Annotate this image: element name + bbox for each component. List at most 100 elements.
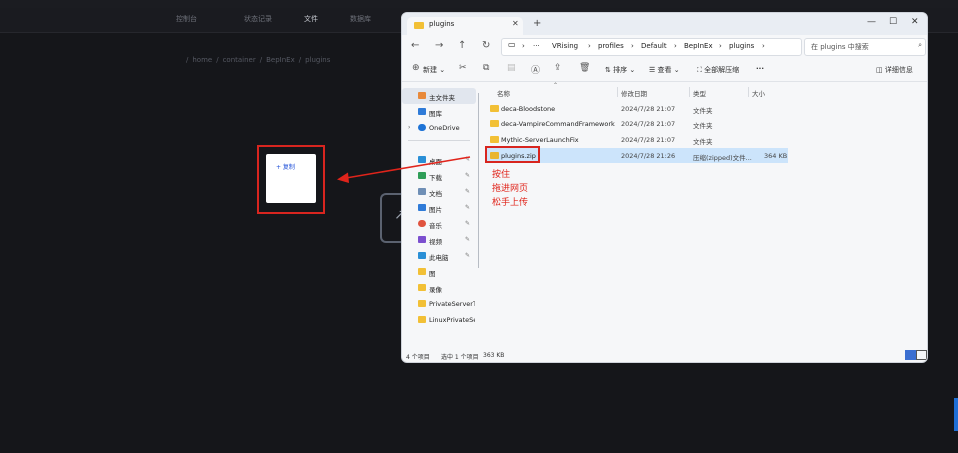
column-separator[interactable]: [748, 87, 749, 97]
address-segment[interactable]: Default: [641, 42, 667, 50]
extract-all-button[interactable]: ⛶ 全部解压缩: [697, 65, 739, 75]
download-icon: [418, 172, 426, 179]
paste-icon[interactable]: ▤: [507, 63, 516, 73]
sidebar-item-videos[interactable]: 视频 ✎: [402, 232, 476, 248]
address-segment[interactable]: VRising: [552, 42, 578, 50]
new-tab-icon[interactable]: +: [533, 18, 541, 29]
sidebar-item-onedrive[interactable]: › OneDrive: [402, 120, 476, 136]
breadcrumb-plugins[interactable]: plugins: [305, 56, 330, 64]
music-icon: [418, 220, 426, 227]
tab-status-log[interactable]: 状态记录: [244, 14, 272, 24]
breadcrumb-bepinex[interactable]: BepInEx: [266, 56, 295, 64]
address-segment[interactable]: BepInEx: [684, 42, 713, 50]
sidebar-item-this-pc[interactable]: 此电脑 ✎: [402, 248, 476, 264]
new-button[interactable]: 新建 ⌄: [423, 65, 445, 75]
share-icon[interactable]: ⇪: [554, 63, 562, 73]
navigation-pane: 主文件夹 图库 › OneDrive 桌面 ✎ 下载 ✎ 文档 ✎ 图片 ✎ 音乐 ✎ 视频…: [402, 82, 476, 350]
column-size[interactable]: 大小: [752, 88, 765, 98]
tab-title: plugins: [429, 20, 455, 28]
file-type: 压缩(zipped)文件...: [693, 154, 752, 162]
back-icon[interactable]: ←: [411, 40, 419, 51]
tiles-view-icon[interactable]: [916, 350, 927, 360]
column-date[interactable]: 修改日期: [621, 88, 647, 98]
cut-icon[interactable]: ✂: [459, 63, 467, 73]
annotation-line: 松手上传: [492, 198, 529, 208]
search-input[interactable]: 在 plugins 中搜索 ⌕: [804, 38, 926, 56]
sidebar-item-folder[interactable]: PrivateServerT: [402, 296, 476, 312]
cloud-icon: [418, 124, 426, 131]
tab-console[interactable]: 控制台: [176, 14, 197, 24]
sidebar-divider: [408, 140, 470, 141]
sidebar-item-desktop[interactable]: 桌面 ✎: [402, 152, 476, 168]
sidebar-item-label: 图库: [429, 110, 442, 118]
file-row[interactable]: deca-VampireCommandFramework 2024/7/28 2…: [486, 116, 788, 131]
sidebar-item-folder[interactable]: 图: [402, 264, 476, 280]
details-label: 详细信息: [884, 66, 913, 74]
drag-copy-label: + 复制: [276, 164, 295, 171]
breadcrumb-container[interactable]: container: [223, 56, 256, 64]
details-button[interactable]: ◫ 详细信息: [876, 65, 913, 75]
desktop-icon: [418, 156, 426, 163]
file-date: 2024/7/28 21:07: [621, 105, 676, 113]
file-row[interactable]: deca-Bloodstone 2024/7/28 21:07 文件夹: [486, 101, 788, 116]
view-button[interactable]: ☰ 查看 ⌄: [649, 65, 680, 75]
annotation-line: 按住: [492, 170, 511, 180]
copy-icon[interactable]: ⧉: [483, 63, 489, 73]
forward-icon[interactable]: →: [435, 40, 443, 51]
sort-ascending-icon: ⌃: [553, 82, 559, 89]
folder-icon: [418, 268, 426, 275]
tab-database[interactable]: 数据库: [350, 14, 371, 24]
sidebar-item-label: 图: [429, 270, 436, 278]
new-label: 新建: [423, 66, 437, 74]
sidebar-item-documents[interactable]: 文档 ✎: [402, 184, 476, 200]
column-type[interactable]: 类型: [693, 88, 706, 98]
side-panel-edge[interactable]: [954, 398, 958, 431]
address-segment[interactable]: profiles: [598, 42, 624, 50]
sidebar-item-folder[interactable]: 录像: [402, 280, 476, 296]
breadcrumb-home[interactable]: home: [192, 56, 212, 64]
sidebar-item-gallery[interactable]: 图库: [402, 104, 476, 120]
column-separator[interactable]: [617, 87, 618, 97]
sidebar-item-downloads[interactable]: 下载 ✎: [402, 168, 476, 184]
selected-size: 363 KB: [483, 352, 505, 359]
sort-button[interactable]: ⇅ 排序 ⌄: [605, 65, 635, 75]
delete-icon[interactable]: 🗑: [579, 63, 590, 73]
pin-icon: ✎: [465, 204, 471, 211]
column-name[interactable]: 名称: [497, 88, 510, 98]
file-date: 2024/7/28 21:07: [621, 120, 676, 128]
chevron-right-icon[interactable]: ›: [408, 124, 410, 131]
folder-icon: [418, 284, 426, 291]
sidebar-item-pictures[interactable]: 图片 ✎: [402, 200, 476, 216]
folder-icon: [414, 22, 424, 29]
pane-splitter[interactable]: [478, 93, 479, 268]
address-segment[interactable]: plugins: [729, 42, 754, 50]
selected-count: 选中 1 个项目: [441, 354, 479, 361]
close-tab-icon[interactable]: ✕: [512, 19, 519, 28]
pin-icon: ✎: [465, 252, 471, 259]
video-icon: [418, 236, 426, 243]
sidebar-item-music[interactable]: 音乐 ✎: [402, 216, 476, 232]
more-options-button[interactable]: ···: [756, 65, 764, 73]
overflow-icon[interactable]: ···: [533, 42, 540, 50]
up-icon[interactable]: ↑: [458, 40, 466, 51]
sidebar-item-label: OneDrive: [429, 124, 460, 132]
tab-plugins[interactable]: plugins ✕: [407, 17, 523, 35]
details-view-icon[interactable]: [905, 350, 916, 360]
close-window-icon[interactable]: ✕: [911, 17, 919, 27]
column-separator[interactable]: [689, 87, 690, 97]
tab-files[interactable]: 文件: [304, 14, 318, 24]
minimize-icon[interactable]: —: [867, 17, 876, 27]
file-row[interactable]: Mythic-ServerLaunchFix 2024/7/28 21:07 文…: [486, 132, 788, 147]
pin-icon: ✎: [465, 236, 471, 243]
rename-icon[interactable]: Ⓐ: [531, 63, 540, 76]
view-label: 查看: [657, 66, 672, 74]
file-size: 364 KB: [764, 152, 788, 160]
maximize-icon[interactable]: ☐: [889, 17, 897, 27]
folder-icon: [490, 120, 499, 127]
refresh-icon[interactable]: ↻: [482, 40, 490, 51]
breadcrumb: / home / container / BepInEx / plugins: [186, 56, 334, 64]
address-bar[interactable]: ▭ › ··· VRising › profiles › Default › B…: [501, 38, 802, 56]
sidebar-item-home[interactable]: 主文件夹: [402, 88, 476, 104]
sidebar-item-folder[interactable]: LinuxPrivateSer: [402, 312, 476, 328]
annotation-line: 拖进网页: [492, 184, 529, 194]
